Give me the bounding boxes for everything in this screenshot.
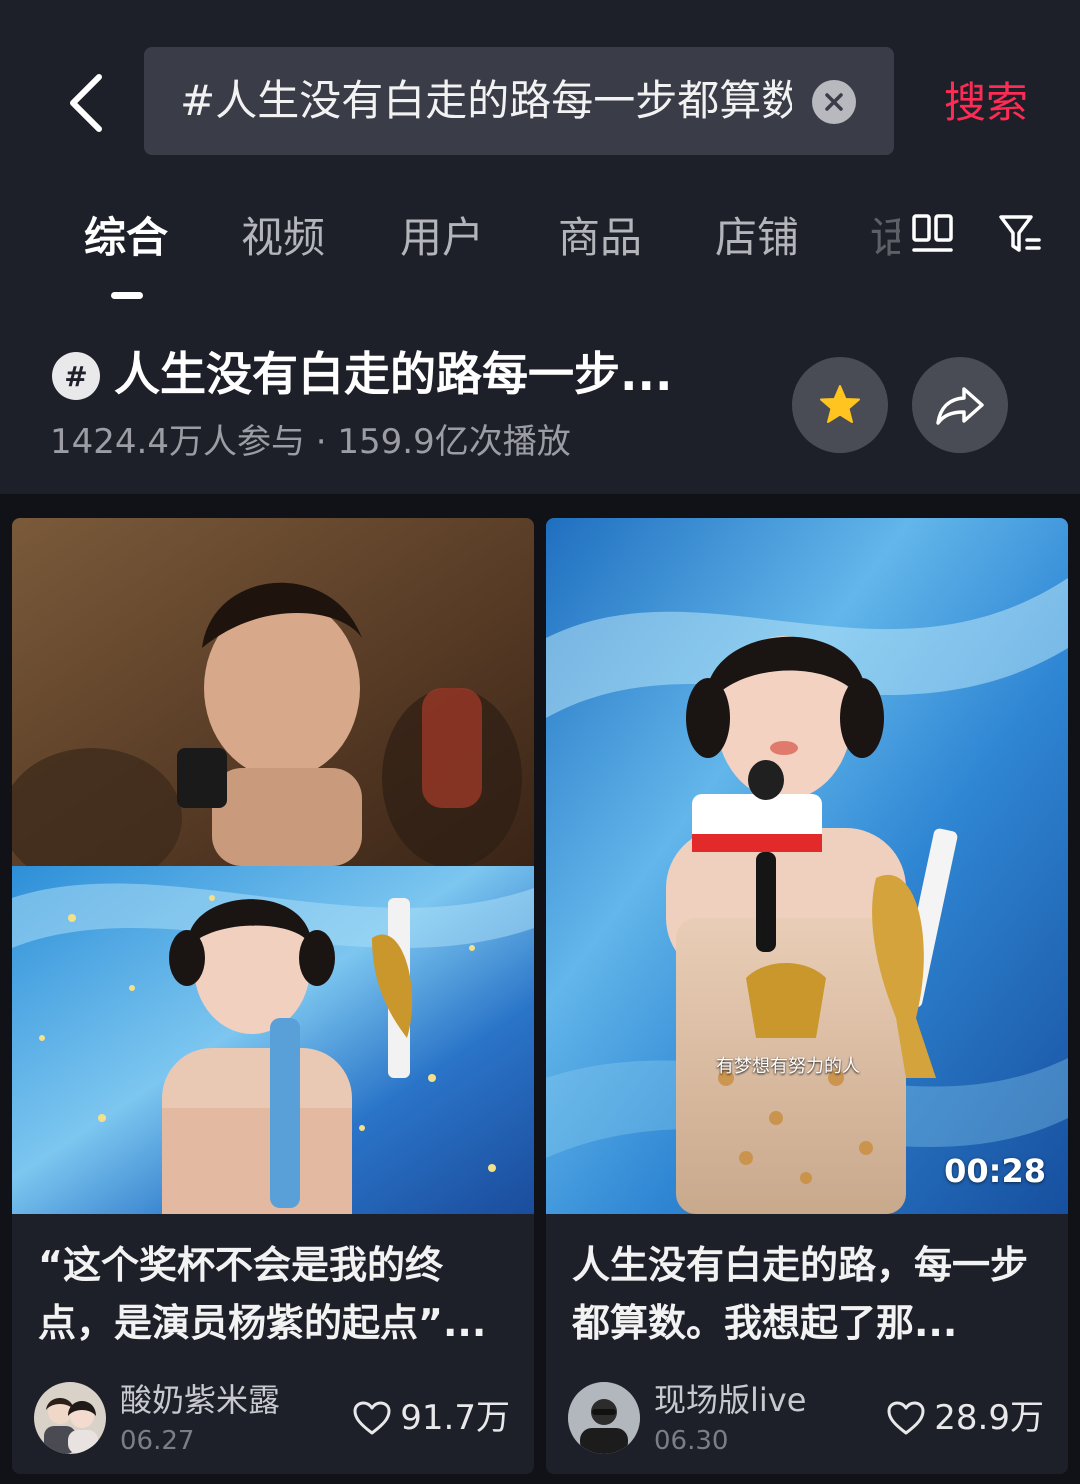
video-title[interactable]: 人生没有白走的路，每一步都算数。我想起了那... xyxy=(572,1236,1048,1352)
back-button[interactable] xyxy=(55,68,115,138)
search-button[interactable]: 搜索 xyxy=(944,76,1028,130)
video-subtitle: 有梦想有努力的人 xyxy=(716,1056,860,1077)
heart-icon xyxy=(887,1401,925,1435)
search-input[interactable]: #人生没有白走的路每一步都算数 xyxy=(144,47,894,155)
likes-number: 28.9万 xyxy=(934,1398,1044,1438)
like-count[interactable]: 28.9万 xyxy=(886,1396,1044,1440)
post-date: 06.27 xyxy=(120,1426,195,1456)
filter-icon xyxy=(999,215,1041,252)
thumbnail-image xyxy=(546,518,1068,1214)
video-title[interactable]: “这个奖杯不会是我的终点，是演员杨紫的起点”... xyxy=(38,1236,514,1352)
hashtag-icon: # xyxy=(52,352,100,400)
topic-title[interactable]: 人生没有白走的路每一步... xyxy=(114,342,672,406)
filter-button[interactable] xyxy=(997,212,1043,256)
tab-videos[interactable]: 视频 xyxy=(241,210,325,266)
heart-icon xyxy=(353,1401,391,1435)
double-column-icon xyxy=(912,214,953,252)
tab-stores[interactable]: 店铺 xyxy=(715,210,799,266)
video-duration: 00:28 xyxy=(944,1152,1046,1190)
close-icon xyxy=(825,93,843,111)
post-date: 06.30 xyxy=(654,1426,729,1456)
avatar[interactable] xyxy=(568,1382,640,1454)
share-arrow-icon xyxy=(936,387,984,425)
video-card[interactable]: “这个奖杯不会是我的终点，是演员杨紫的起点”... 酸奶紫米露 06.27 91… xyxy=(12,518,534,1474)
top-bar: #人生没有白走的路每一步都算数 搜索 xyxy=(0,0,1080,170)
star-icon xyxy=(820,385,860,423)
video-feed: “这个奖杯不会是我的终点，是演员杨紫的起点”... 酸奶紫米露 06.27 91… xyxy=(0,494,1080,1484)
tab-products[interactable]: 商品 xyxy=(558,210,642,266)
back-arrow-icon xyxy=(70,74,102,132)
author-name[interactable]: 酸奶紫米露 xyxy=(120,1378,280,1422)
search-query-text: #人生没有白走的路每一步都算数 xyxy=(180,76,792,125)
avatar-image xyxy=(568,1382,640,1454)
avatar-image xyxy=(34,1382,106,1454)
clear-search-button[interactable] xyxy=(812,80,856,124)
layout-toggle-button[interactable] xyxy=(910,212,956,256)
topic-stats: 1424.4万人参与 · 159.9亿次播放 xyxy=(50,422,571,462)
video-card[interactable]: 有梦想有努力的人 00:28 人生没有白走的路，每一步都算数。我想起了那... … xyxy=(546,518,1068,1474)
thumbnail-image xyxy=(12,518,534,1214)
active-tab-indicator xyxy=(111,292,143,299)
avatar[interactable] xyxy=(34,1382,106,1454)
tab-topics[interactable]: 话题 xyxy=(870,210,900,266)
favorite-button[interactable] xyxy=(792,357,888,453)
author-name[interactable]: 现场版live xyxy=(654,1378,806,1422)
share-button[interactable] xyxy=(912,357,1008,453)
video-thumbnail[interactable] xyxy=(12,518,534,1214)
tab-all[interactable]: 综合 xyxy=(84,210,168,266)
tab-users[interactable]: 用户 xyxy=(400,210,484,266)
like-count[interactable]: 91.7万 xyxy=(352,1396,510,1440)
video-thumbnail[interactable]: 有梦想有努力的人 00:28 xyxy=(546,518,1068,1214)
likes-number: 91.7万 xyxy=(400,1398,510,1438)
